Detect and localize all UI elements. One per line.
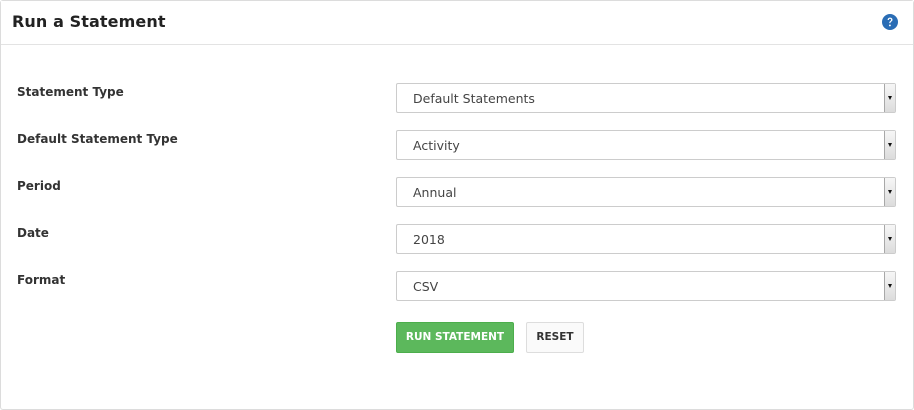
run-statement-panel: Run a Statement Statement Type Default S… xyxy=(0,0,914,410)
period-label: Period xyxy=(17,179,61,193)
chevron-down-icon[interactable] xyxy=(884,131,895,159)
date-label: Date xyxy=(17,226,49,240)
period-select[interactable]: Annual xyxy=(396,177,896,207)
panel-title: Run a Statement xyxy=(12,12,166,31)
format-label: Format xyxy=(17,273,66,287)
date-select[interactable]: 2018 xyxy=(396,224,896,254)
chevron-down-icon[interactable] xyxy=(884,84,895,112)
select-value: 2018 xyxy=(413,232,445,247)
chevron-down-icon[interactable] xyxy=(884,272,895,300)
default-statement-type-label: Default Statement Type xyxy=(17,132,178,146)
default-statement-type-select[interactable]: Activity xyxy=(396,130,896,160)
chevron-down-icon[interactable] xyxy=(884,178,895,206)
chevron-down-icon[interactable] xyxy=(884,225,895,253)
select-value: Activity xyxy=(413,138,460,153)
format-select[interactable]: CSV xyxy=(396,271,896,301)
run-statement-button[interactable]: RUN STATEMENT xyxy=(396,322,514,353)
select-value: Default Statements xyxy=(413,91,535,106)
select-value: CSV xyxy=(413,279,439,294)
statement-type-select[interactable]: Default Statements xyxy=(396,83,896,113)
select-value: Annual xyxy=(413,185,457,200)
reset-button[interactable]: RESET xyxy=(526,322,584,353)
panel-header: Run a Statement xyxy=(1,1,913,45)
statement-type-label: Statement Type xyxy=(17,85,124,99)
question-circle-icon[interactable] xyxy=(881,13,899,31)
